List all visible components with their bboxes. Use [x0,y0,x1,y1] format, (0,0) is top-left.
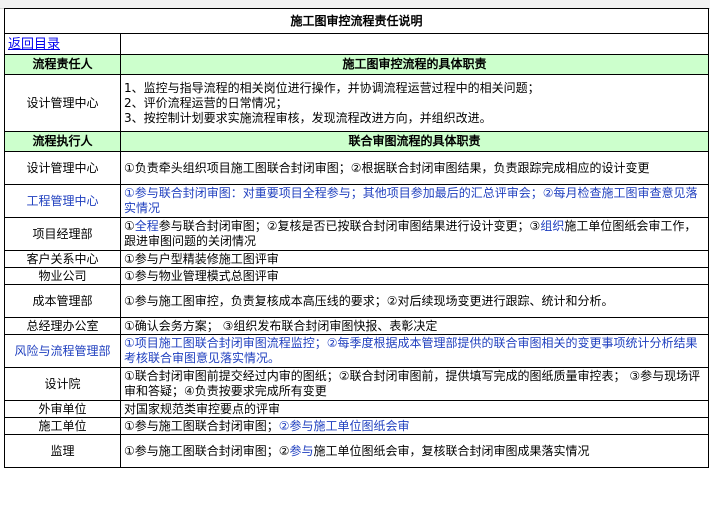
duty-line: 1、监控与指导流程的相关岗位进行操作，并协调流程运营过程中的相关问题； [124,80,540,95]
col-header-duty: 联合审图流程的具体职责 [119,131,710,152]
table-row: 物业公司 ①参与物业管理模式总图评审 [4,267,710,285]
page-title: 施工图审控流程责任说明 [3,8,710,34]
table-row: 外审单位 对国家规范类审控要点的评审 [4,400,710,418]
link-row: 返回目录 [4,33,710,55]
duty-text: 参与联合封闭审图；②复核是否已按联合封闭审图结果进行设计变更；③ [158,219,541,233]
dept-cell: 客户关系中心 [4,250,121,268]
duty-cell: ①参与施工图审控，负责复核成本高压线的要求；②对后续现场变更进行跟踪、统计和分析… [119,284,710,318]
duty-text: 施工单位图纸会审，复核联合封闭审图成果落实情况 [313,443,590,458]
duty-text: ①确认会务方案； ③组织发布联合封闭审图快报、表彰决定 [124,318,438,333]
table-row: 总经理办公室 ①确认会务方案； ③组织发布联合封闭审图快报、表彰决定 [4,317,710,335]
duty-text: ①参与联合封闭审图：对重要项目全程参与；其他项目参加最后的汇总评审会；②每月检查… [124,186,698,215]
table-row: 设计管理中心 ①负责牵头组织项目施工图联合封闭审图；②根据联合封闭审图结果，负责跟… [4,151,710,185]
duty-text: ①参与户型精装修施工图评审 [124,251,279,266]
table-row: 风险与流程管理部 ①项目施工图联合封闭审图流程监控；②每季度根据成本管理部提供的联… [4,334,710,368]
dept-cell: 项目经理部 [4,217,121,251]
duty-cell: 对国家规范类审控要点的评审 [119,400,710,418]
col-header-duty: 施工图审控流程的具体职责 [119,54,710,75]
duty-text: ①参与施工图联合封闭审图；② [124,443,290,458]
dept-cell: 物业公司 [4,267,121,285]
duty-cell: 1、监控与指导流程的相关岗位进行操作，并协调流程运营过程中的相关问题； 2、评价… [119,74,710,132]
link-cell: 返回目录 [4,33,121,55]
section2-header-row: 流程执行人 联合审图流程的具体职责 [4,131,710,152]
col-header-role: 流程执行人 [4,131,121,152]
duty-cell: ①确认会务方案； ③组织发布联合封闭审图快报、表彰决定 [119,317,710,335]
dept-cell: 风险与流程管理部 [4,334,121,368]
duty-cell: ①项目施工图联合封闭审图流程监控；②每季度根据成本管理部提供的联合审图相关的变更… [119,334,710,368]
dept-cell: 工程管理中心 [4,184,121,218]
responsibility-table: 施工图审控流程责任说明 返回目录 流程责任人 施工图审控流程的具体职责 设计管理… [3,8,710,468]
title-row: 施工图审控流程责任说明 [3,8,710,34]
duty-cell: ①全程参与联合封闭审图；②复核是否已按联合封闭审图结果进行设计变更；③组织施工单… [119,217,710,251]
duty-text: 对国家规范类审控要点的评审 [124,401,281,416]
dept-cell: 施工单位 [4,417,121,435]
duty-line: 2、评价流程运营的日常情况； [124,95,288,110]
duty-text: ①参与施工图联合封闭审图； [124,418,279,433]
table-row: 项目经理部 ①全程参与联合封闭审图；②复核是否已按联合封闭审图结果进行设计变更；③… [4,217,710,251]
dept-cell: 设计院 [4,367,121,401]
owner-row: 设计管理中心 1、监控与指导流程的相关岗位进行操作，并协调流程运营过程中的相关问… [4,74,710,132]
duty-text: ②参与施工单位图纸会审 [278,418,410,433]
table-row: 成本管理部 ①参与施工图审控，负责复核成本高压线的要求；②对后续现场变更进行跟踪、… [4,284,710,318]
duty-cell: ①负责牵头组织项目施工图联合封闭审图；②根据联合封闭审图结果，负责跟踪完成相应的… [119,151,710,185]
duty-text: 组织 [540,219,565,233]
table-row: 工程管理中心 ①参与联合封闭审图：对重要项目全程参与；其他项目参加最后的汇总评审会… [4,184,710,218]
section1-header-row: 流程责任人 施工图审控流程的具体职责 [4,54,710,75]
duty-text: 全程 [134,219,159,233]
duty-cell: ①联合封闭审图前提交经过内审的图纸；②联合封闭审图前，提供填写完成的图纸质量审控… [119,367,710,401]
table-row: 施工单位 ①参与施工图联合封闭审图；②参与施工单位图纸会审 [4,417,710,435]
duty-cell: ①参与物业管理模式总图评审 [119,267,710,285]
dept-cell: 成本管理部 [4,284,121,318]
table-row: 客户关系中心 ①参与户型精装修施工图评审 [4,250,710,268]
col-header-role: 流程责任人 [4,54,121,75]
dept-cell: 监理 [4,434,121,468]
duty-text: ①负责牵头组织项目施工图联合封闭审图；②根据联合封闭审图结果，负责跟踪完成相应的… [124,160,650,175]
back-to-contents-link[interactable]: 返回目录 [8,37,60,52]
duty-cell: ①参与施工图联合封闭审图；②参与施工单位图纸会审，复核联合封闭审图成果落实情况 [119,434,710,468]
duty-cell: ①参与施工图联合封闭审图；②参与施工单位图纸会审 [119,417,710,435]
duty-cell: ①参与户型精装修施工图评审 [119,250,710,268]
duty-text: ①联合封闭审图前提交经过内审的图纸；②联合封闭审图前，提供填写完成的图纸质量审控… [124,369,701,398]
duty-text: ①项目施工图联合封闭审图流程监控；②每季度根据成本管理部提供的联合审图相关的变更… [124,336,698,365]
dept-cell: 外审单位 [4,400,121,418]
duty-text: ① [124,219,135,233]
empty-cell [119,33,710,55]
duty-line: 3、按控制计划要求实施流程审核，发现流程改进方向，并组织改进。 [124,110,492,125]
table-row: 监理 ①参与施工图联合封闭审图；②参与施工单位图纸会审，复核联合封闭审图成果落实情… [4,434,710,468]
duty-text: ①参与物业管理模式总图评审 [124,268,279,283]
dept-cell: 总经理办公室 [4,317,121,335]
dept-cell: 设计管理中心 [4,74,121,132]
duty-cell: ①参与联合封闭审图：对重要项目全程参与；其他项目参加最后的汇总评审会；②每月检查… [119,184,710,218]
duty-text: ①参与施工图审控，负责复核成本高压线的要求；②对后续现场变更进行跟踪、统计和分析… [124,293,614,308]
duty-text: 参与 [289,443,314,458]
table-row: 设计院 ①联合封闭审图前提交经过内审的图纸；②联合封闭审图前，提供填写完成的图纸质… [4,367,710,401]
dept-cell: 设计管理中心 [4,151,121,185]
